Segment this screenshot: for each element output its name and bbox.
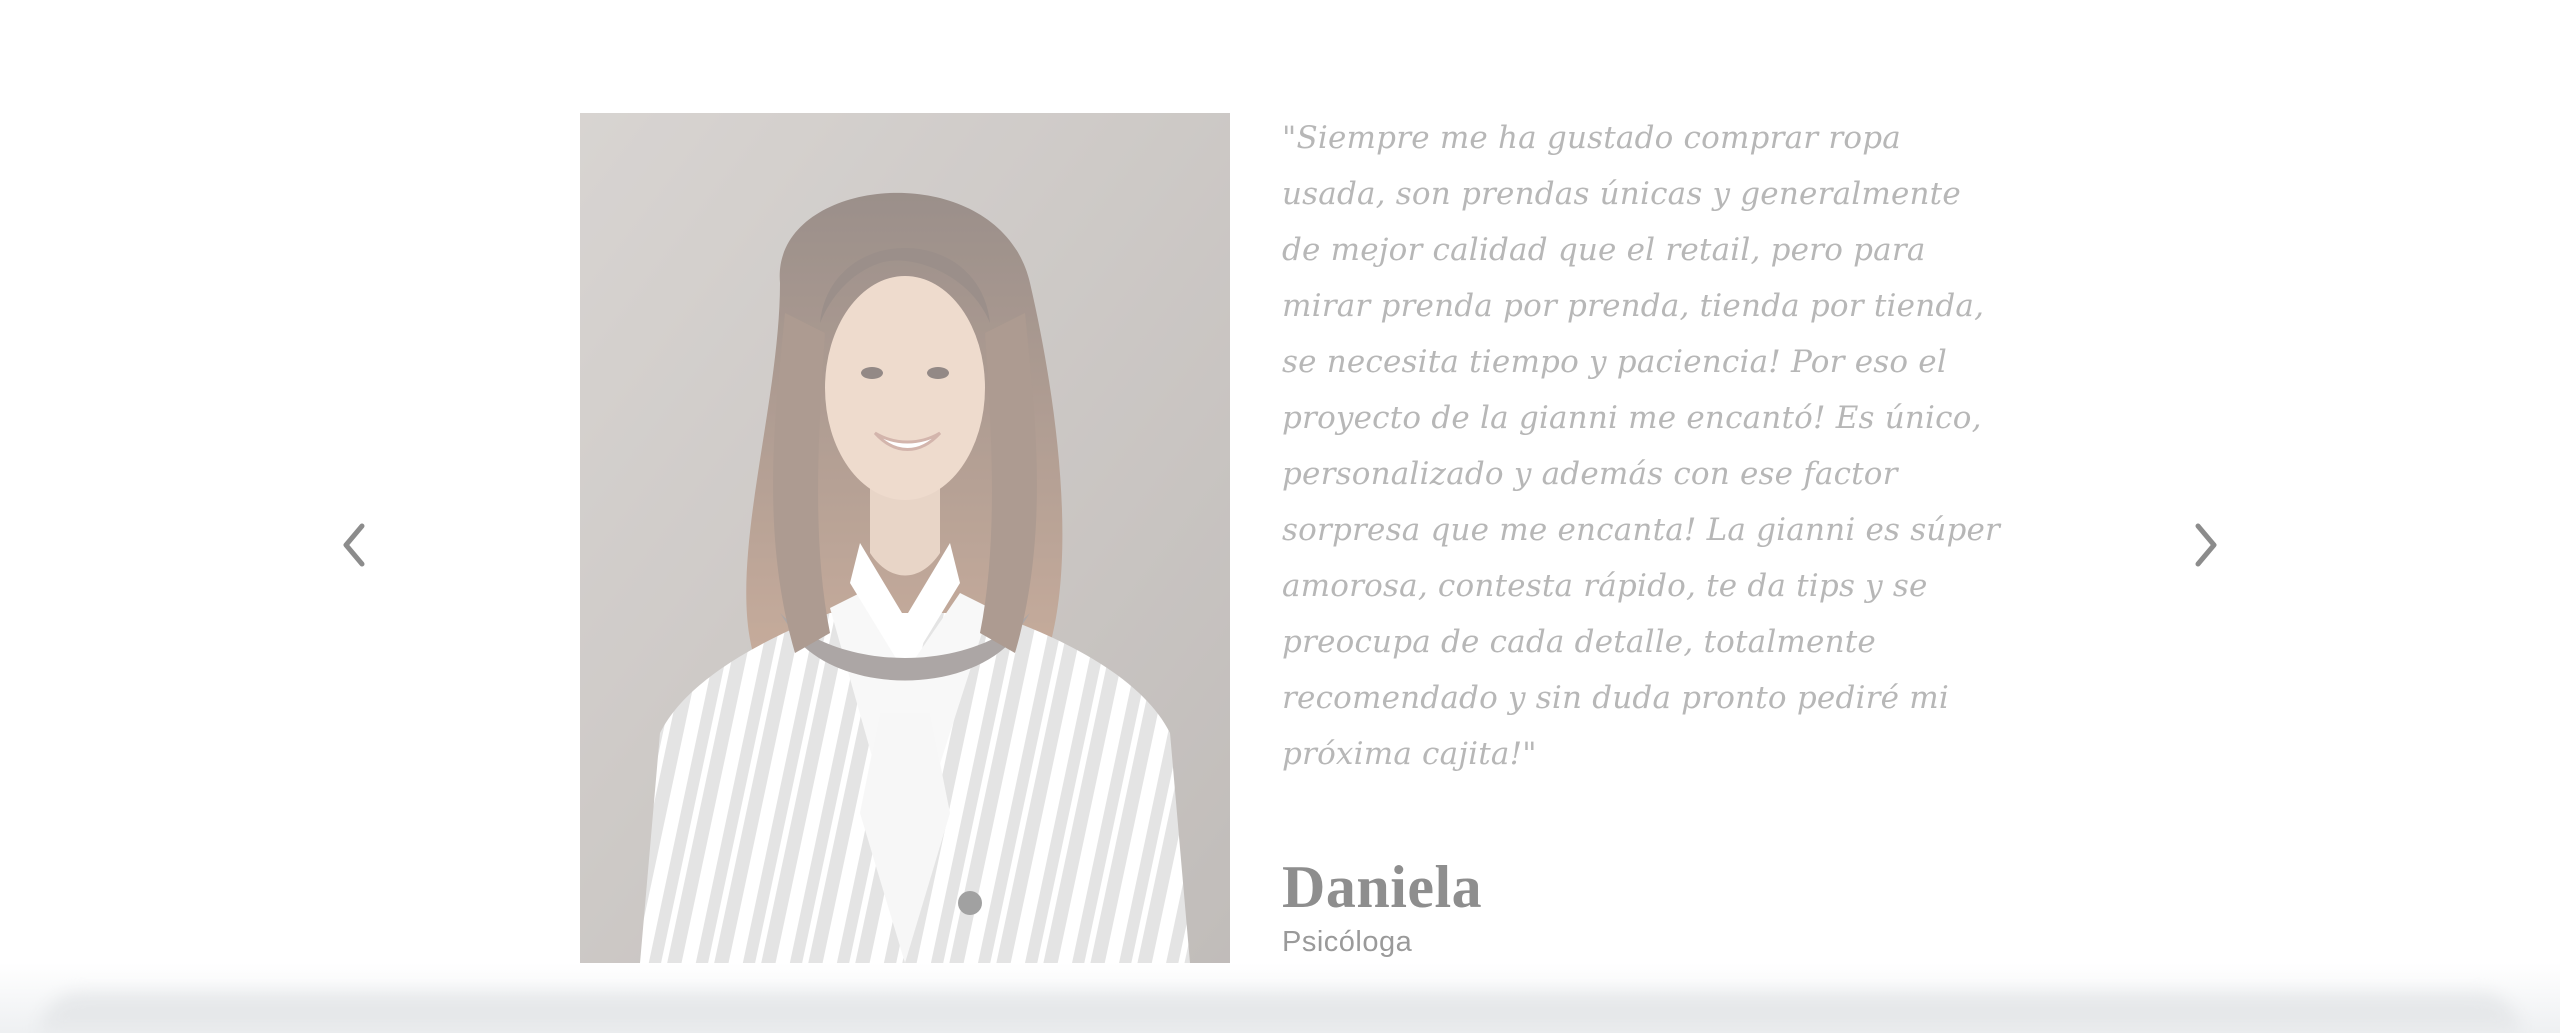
chevron-right-icon: [2195, 523, 2217, 567]
testimonial-author-name: Daniela: [1282, 854, 1483, 920]
previous-slide-button[interactable]: [330, 520, 380, 570]
testimonial-author-role: Psicóloga: [1282, 926, 1413, 958]
testimonial-quote: "Siempre me ha gustado comprar ropa usad…: [1282, 120, 2001, 772]
testimonial-slider: "Siempre me ha gustado comprar ropa usad…: [0, 0, 2560, 1033]
testimonial-photo: [580, 113, 1230, 963]
next-slide-button[interactable]: [2180, 520, 2230, 570]
bottom-shadow-divider: [0, 963, 2560, 1033]
chevron-left-icon: [343, 523, 365, 567]
testimonial-content: "Siempre me ha gustado comprar ropa usad…: [1282, 110, 2002, 962]
